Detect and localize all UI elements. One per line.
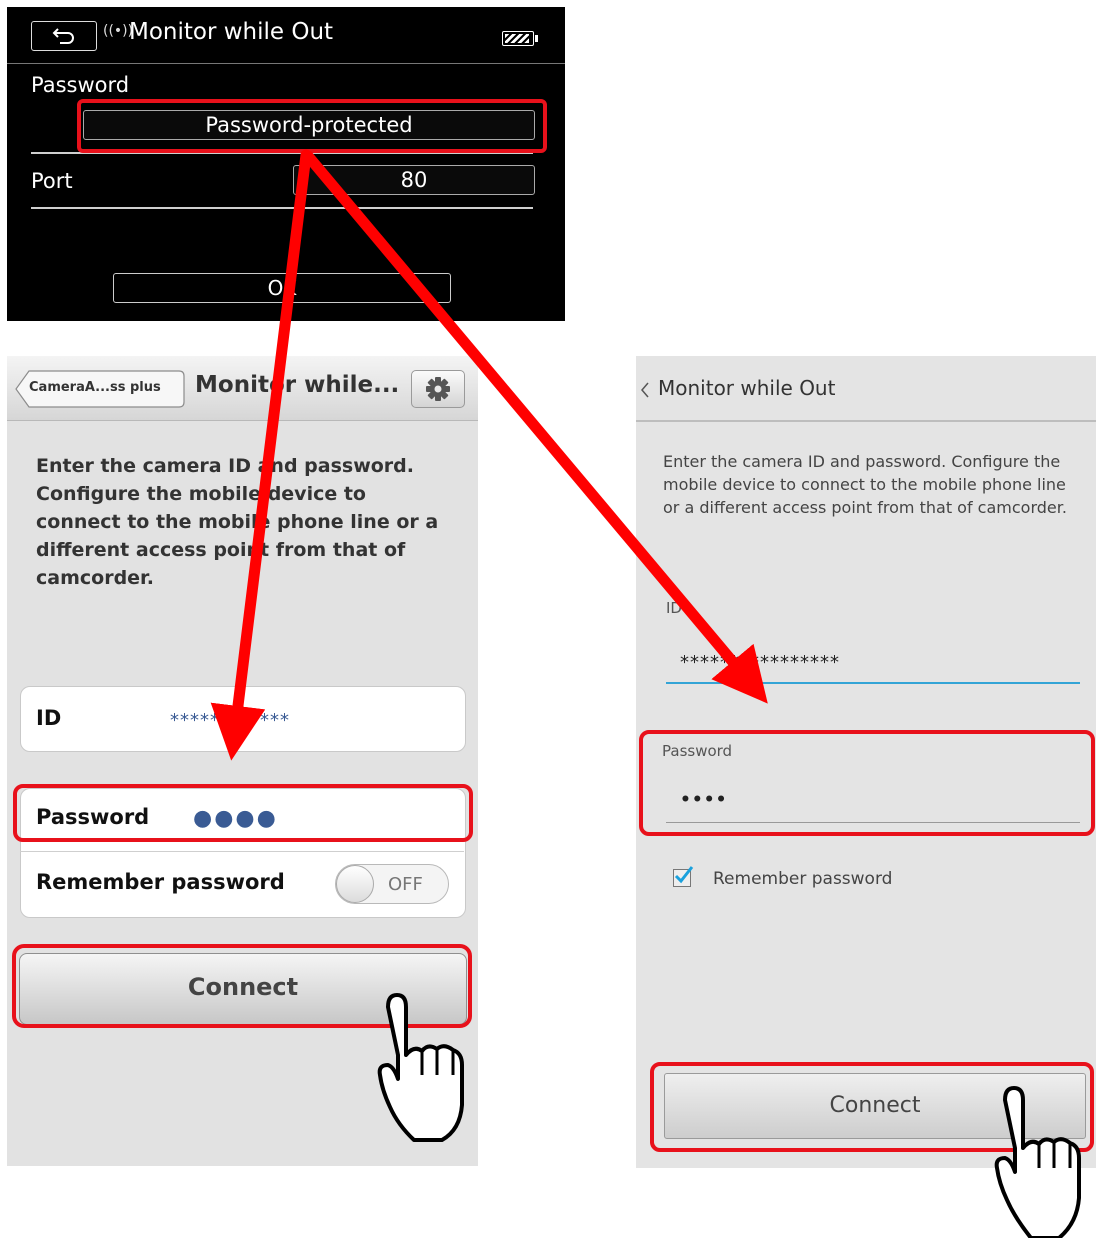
annotation-overlay xyxy=(210,149,1081,1238)
arrow-to-android-password xyxy=(302,150,768,704)
arrow-to-ios-password xyxy=(210,149,312,761)
tap-hand-icon xyxy=(994,1086,1081,1238)
tap-hand-icon xyxy=(377,993,464,1142)
